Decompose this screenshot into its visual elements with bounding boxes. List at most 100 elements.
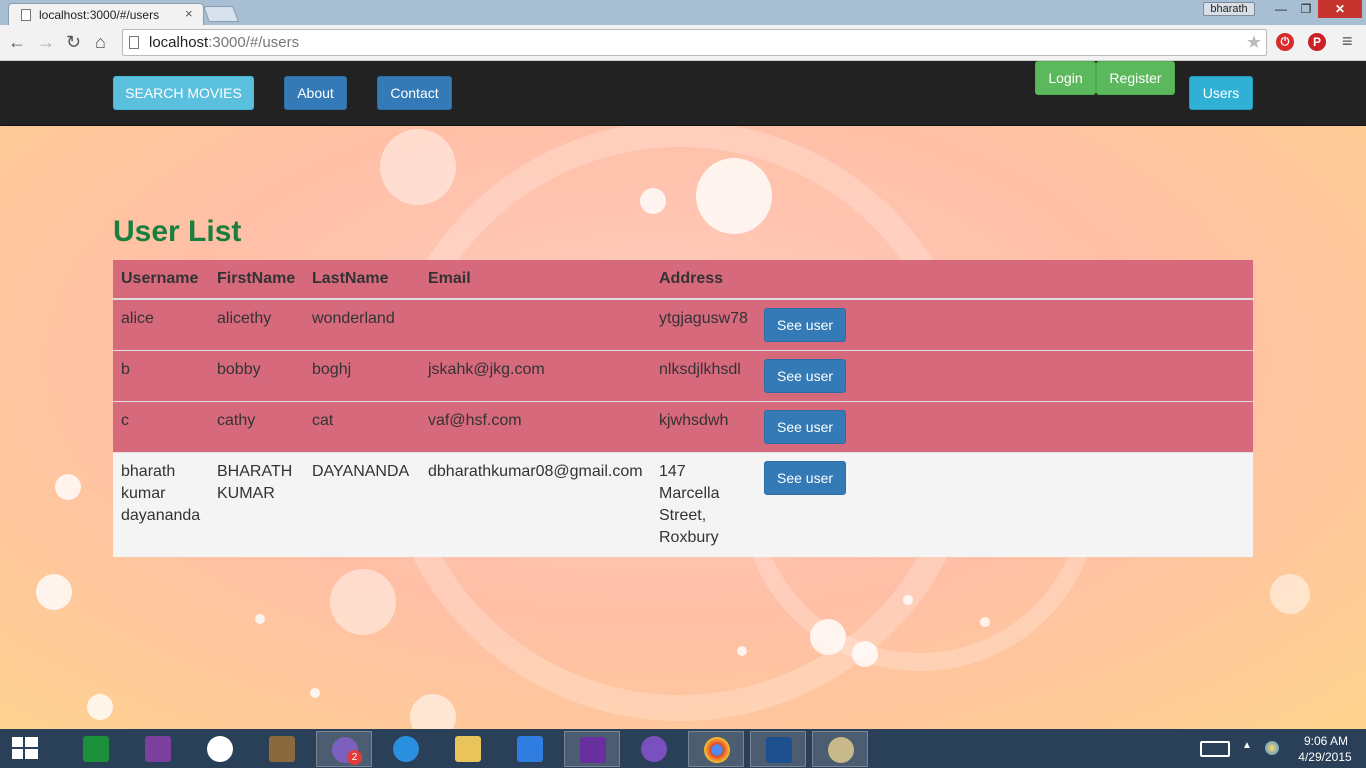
column-header-lastname: LastName [304, 260, 420, 300]
column-header-username: Username [113, 260, 209, 300]
menu-icon[interactable]: ≡ [1342, 31, 1353, 52]
see-user-button[interactable]: See user [764, 461, 847, 495]
address-bar[interactable]: localhost:3000/#/users ★ [122, 29, 1267, 56]
clock-date[interactable]: 4/29/2015 [1294, 750, 1356, 764]
url-text[interactable]: localhost:3000/#/users [149, 34, 299, 51]
decorative-bubble [36, 574, 72, 610]
login-button[interactable]: Login [1035, 61, 1096, 95]
column-header-actions [756, 260, 1253, 300]
new-tab-button[interactable] [203, 6, 239, 22]
photo-app-icon[interactable] [254, 731, 310, 767]
decorative-bubble [1270, 574, 1310, 614]
viber-icon[interactable]: 2 [316, 731, 372, 767]
contact-button[interactable]: Contact [377, 76, 452, 110]
decorative-bubble [903, 595, 913, 605]
paint-icon[interactable] [812, 731, 868, 767]
network-icon[interactable] [1265, 741, 1279, 755]
file-explorer-icon[interactable] [440, 731, 496, 767]
decorative-bubble [410, 694, 456, 729]
chrome-icon[interactable] [688, 731, 744, 767]
column-header-firstname: FirstName [209, 260, 304, 300]
site-navbar: SEARCH MOVIES About Contact Login Regist… [0, 61, 1366, 126]
cell-firstname: bobby [209, 350, 304, 402]
cell-email [420, 298, 651, 351]
table-row: c cathy cat vaf@hsf.com kjwhsdwh See use… [113, 401, 1253, 453]
cell-email: dbharathkumar08@gmail.com [420, 452, 651, 557]
decorative-bubble [55, 474, 81, 500]
cell-address: ytgjagusw78 [651, 298, 756, 351]
browser-tab[interactable]: localhost:3000/#/users × [8, 3, 204, 26]
forward-icon[interactable]: → [37, 32, 55, 52]
extension-power-icon[interactable]: ⏻ [1276, 33, 1294, 51]
page-icon [21, 9, 31, 21]
browser-titlebar: localhost:3000/#/users × bharath — ❐ ✕ [0, 0, 1366, 26]
decorative-bubble [737, 646, 747, 656]
cell-lastname: wonderland [304, 298, 420, 351]
cell-actions: See user [756, 350, 1253, 402]
home-icon[interactable]: ⌂ [95, 32, 106, 52]
decorative-bubble [980, 617, 990, 627]
cell-actions: See user [756, 401, 1253, 453]
keyboard-icon[interactable] [1200, 741, 1230, 757]
cell-email: jskahk@jkg.com [420, 350, 651, 402]
powershell-icon[interactable] [750, 731, 806, 767]
profile-button[interactable]: bharath [1203, 2, 1255, 16]
search-movies-button[interactable]: SEARCH MOVIES [113, 76, 254, 110]
internet-explorer-icon[interactable] [378, 731, 434, 767]
cell-firstname: cathy [209, 401, 304, 453]
table-row: bharath kumar dayananda BHARATH KUMAR DA… [113, 452, 1253, 557]
cell-address: nlksdjlkhsdl [651, 350, 756, 402]
show-hidden-icons-icon[interactable]: ▲ [1242, 740, 1252, 751]
users-button[interactable]: Users [1189, 76, 1253, 110]
cell-lastname: cat [304, 401, 420, 453]
cell-username: alice [113, 298, 209, 351]
register-button[interactable]: Register [1096, 61, 1175, 95]
table-header-row: Username FirstName LastName Email Addres… [113, 260, 1253, 300]
see-user-button[interactable]: See user [764, 410, 847, 444]
page-info-icon [129, 36, 139, 49]
close-window-icon[interactable]: ✕ [1318, 0, 1362, 18]
decorative-bubble [696, 158, 772, 234]
cell-firstname: BHARATH KUMAR [209, 452, 304, 557]
about-button[interactable]: About [284, 76, 347, 110]
hp-icon[interactable] [192, 731, 248, 767]
minimize-icon[interactable]: — [1268, 0, 1294, 18]
close-tab-icon[interactable]: × [185, 6, 193, 21]
remote-app-icon[interactable] [130, 731, 186, 767]
column-header-address: Address [651, 260, 756, 300]
decorative-bubble [640, 188, 666, 214]
restore-icon[interactable]: ❐ [1294, 0, 1318, 18]
see-user-button[interactable]: See user [764, 359, 847, 393]
back-icon[interactable]: ← [8, 32, 26, 52]
weather-app-icon[interactable] [502, 731, 558, 767]
decorative-bubble [255, 614, 265, 624]
page-title: User List [113, 215, 242, 248]
see-user-button[interactable]: See user [764, 308, 847, 342]
clock-time[interactable]: 9:06 AM [1300, 734, 1352, 748]
tab-title: localhost:3000/#/users [39, 8, 160, 22]
cell-actions: See user [756, 452, 1253, 557]
bookmark-star-icon[interactable]: ★ [1246, 32, 1262, 53]
reload-icon[interactable]: ↻ [66, 32, 81, 52]
decorative-bubble [810, 619, 846, 655]
column-header-email: Email [420, 260, 651, 300]
windows-start-icon[interactable] [12, 737, 38, 761]
cell-username: c [113, 401, 209, 453]
visual-studio-icon[interactable] [564, 731, 620, 767]
decorative-bubble [87, 694, 113, 720]
decorative-bubble [852, 641, 878, 667]
cell-firstname: alicethy [209, 298, 304, 351]
windows-taskbar: 2 ▲ 9:06 AM 4/29/2015 [0, 729, 1366, 768]
cell-username: bharath kumar dayananda [113, 452, 209, 557]
store-icon[interactable] [68, 731, 124, 767]
page-viewport: SEARCH MOVIES About Contact Login Regist… [0, 61, 1366, 729]
pinterest-icon[interactable]: P [1308, 33, 1326, 51]
notification-badge: 2 [347, 750, 362, 765]
cell-email: vaf@hsf.com [420, 401, 651, 453]
cell-lastname: boghj [304, 350, 420, 402]
cell-lastname: DAYANANDA [304, 452, 420, 557]
cell-username: b [113, 350, 209, 402]
user-table: Username FirstName LastName Email Addres… [113, 260, 1253, 557]
cell-actions: See user [756, 298, 1253, 351]
github-icon[interactable] [626, 731, 682, 767]
